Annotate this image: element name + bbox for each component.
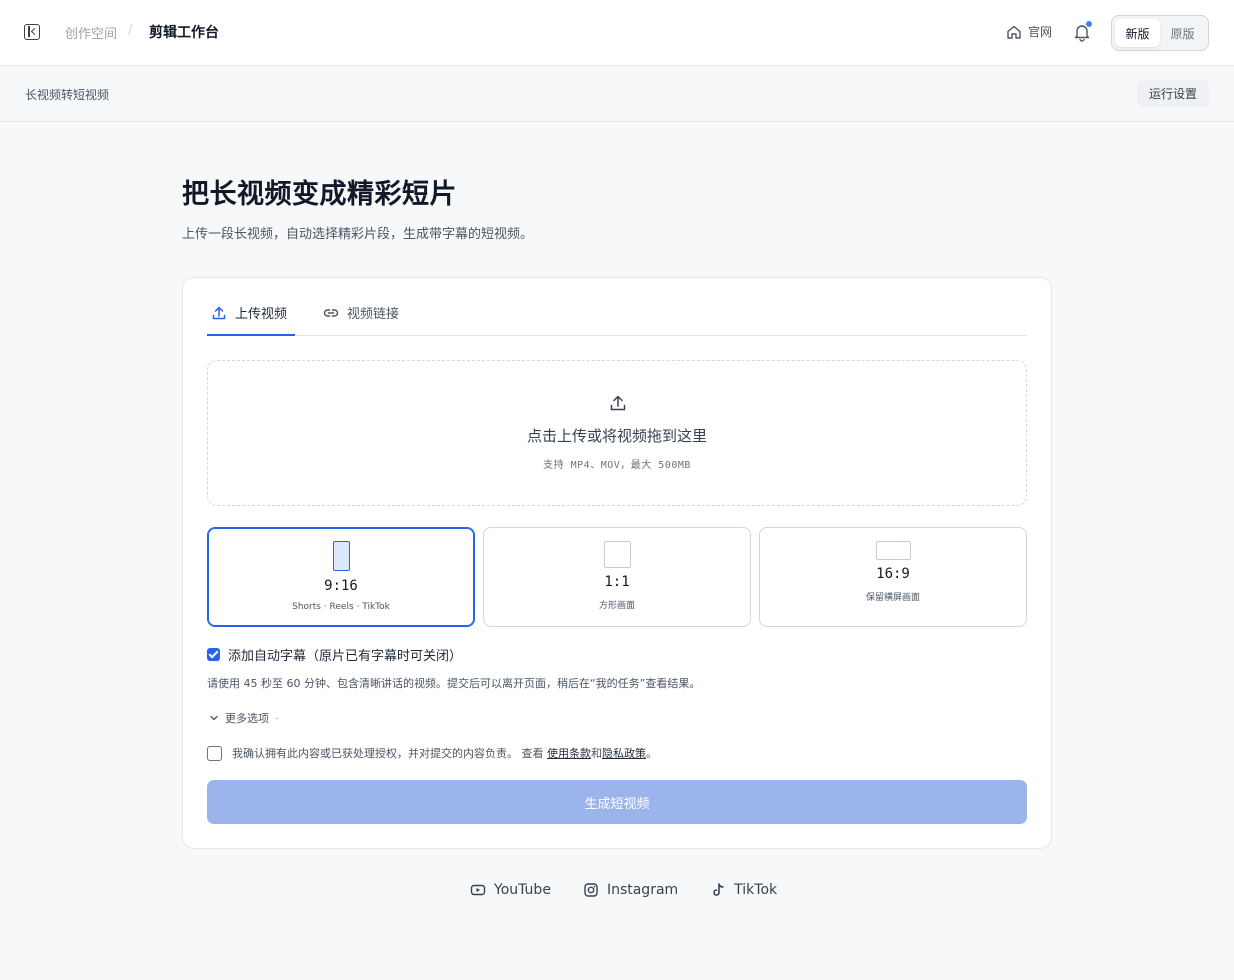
source-tabs: 上传视频 视频链接: [207, 278, 1027, 336]
auto-subtitle-option[interactable]: 添加自动字幕（原片已有字幕时可关闭）: [207, 645, 462, 664]
platform-instagram: Instagram: [583, 882, 678, 898]
ratio-caption: Shorts · Reels · TikTok: [292, 602, 390, 612]
page-subtitle: 上传一段长视频，自动选择精彩片段，生成带字幕的短视频。: [182, 227, 534, 242]
tab-upload[interactable]: 上传视频: [211, 303, 287, 322]
breadcrumb-separator: /: [128, 23, 133, 38]
breadcrumb-current: 剪辑工作台: [149, 25, 219, 41]
more-options-label: 更多选项: [225, 712, 269, 725]
upload-icon: [610, 395, 626, 411]
landscape-frame-icon: [876, 541, 911, 560]
top-bar: 创作空间 / 剪辑工作台 官网 新版 原版: [0, 0, 1234, 66]
portrait-frame-icon: [333, 541, 350, 571]
ratio-option-16-9[interactable]: 16:9 保留横屏画面: [759, 527, 1027, 627]
upload-card: 上传视频 视频链接 点击上传或将视频拖到这里 支持 MP4、MOV，最大 500…: [182, 277, 1052, 849]
version-toggle: 新版 原版: [1111, 15, 1209, 51]
dropzone-subtitle: 支持 MP4、MOV，最大 500MB: [543, 460, 691, 471]
version-new-button[interactable]: 新版: [1115, 19, 1160, 47]
privacy-link[interactable]: 隐私政策: [602, 747, 646, 760]
ratio-option-1-1[interactable]: 1:1 方形画面: [483, 527, 751, 627]
generate-button[interactable]: 生成短视频: [207, 780, 1027, 824]
youtube-icon: [470, 884, 486, 896]
platform-label: YouTube: [494, 882, 551, 898]
consent-text: 我确认拥有此内容或已获处理授权，并对提交的内容负责。 查看 使用条款和隐私政策。: [232, 747, 657, 760]
ratio-label: 9:16: [324, 578, 358, 594]
platform-list: YouTube Instagram TikTok: [470, 882, 777, 898]
page-section-title: 长视频转短视频: [25, 88, 110, 102]
ratio-option-9-16[interactable]: 9:16 Shorts · Reels · TikTok: [207, 527, 475, 627]
home-label: 官网: [1028, 25, 1053, 39]
auto-subtitle-label: 添加自动字幕（原片已有字幕时可关闭）: [228, 649, 463, 664]
square-frame-icon: [604, 541, 631, 568]
sub-bar: 长视频转短视频 运行设置: [0, 66, 1234, 122]
tab-upload-label: 上传视频: [235, 307, 288, 322]
version-old-button[interactable]: 原版: [1160, 19, 1205, 47]
ratio-label: 1:1: [604, 574, 630, 590]
more-options-dot: ·: [275, 711, 279, 725]
tab-link-label: 视频链接: [347, 307, 400, 322]
upload-icon: [212, 306, 226, 319]
ratio-caption: 保留横屏画面: [865, 593, 920, 603]
breadcrumb-root[interactable]: 创作空间: [65, 23, 117, 42]
instagram-icon: [584, 883, 598, 897]
home-link[interactable]: 官网: [1006, 23, 1052, 40]
ratio-label: 16:9: [876, 566, 910, 582]
chevron-down-icon: [210, 715, 218, 721]
consent-checkbox[interactable]: [207, 745, 222, 761]
platform-youtube: YouTube: [470, 882, 551, 898]
notification-dot: [1086, 21, 1092, 27]
sidebar-toggle-icon[interactable]: [24, 24, 40, 40]
platform-tiktok: TikTok: [710, 882, 777, 898]
platform-label: Instagram: [606, 882, 679, 898]
tiktok-icon: [713, 883, 724, 896]
home-icon: [1007, 25, 1021, 39]
tab-link[interactable]: 视频链接: [323, 303, 399, 322]
platform-label: TikTok: [734, 882, 778, 898]
upload-hint: 请使用 45 秒至 60 分钟、包含清晰讲话的视频。提交后可以离开页面，稍后在“…: [207, 677, 701, 690]
run-settings-button[interactable]: 运行设置: [1137, 80, 1209, 107]
terms-link[interactable]: 使用条款: [547, 747, 591, 760]
link-icon: [323, 308, 339, 317]
page-title: 把长视频变成精彩短片: [182, 179, 457, 210]
active-tab-indicator: [207, 334, 295, 336]
auto-subtitle-checkbox[interactable]: [207, 648, 220, 661]
consent-option: 我确认拥有此内容或已获处理授权，并对提交的内容负责。 查看 使用条款和隐私政策。: [207, 745, 657, 761]
more-options-toggle[interactable]: 更多选项 ·: [209, 710, 279, 726]
dropzone-title: 点击上传或将视频拖到这里: [526, 427, 707, 445]
upload-dropzone[interactable]: 点击上传或将视频拖到这里 支持 MP4、MOV，最大 500MB: [207, 360, 1027, 506]
ratio-caption: 方形画面: [598, 601, 635, 611]
